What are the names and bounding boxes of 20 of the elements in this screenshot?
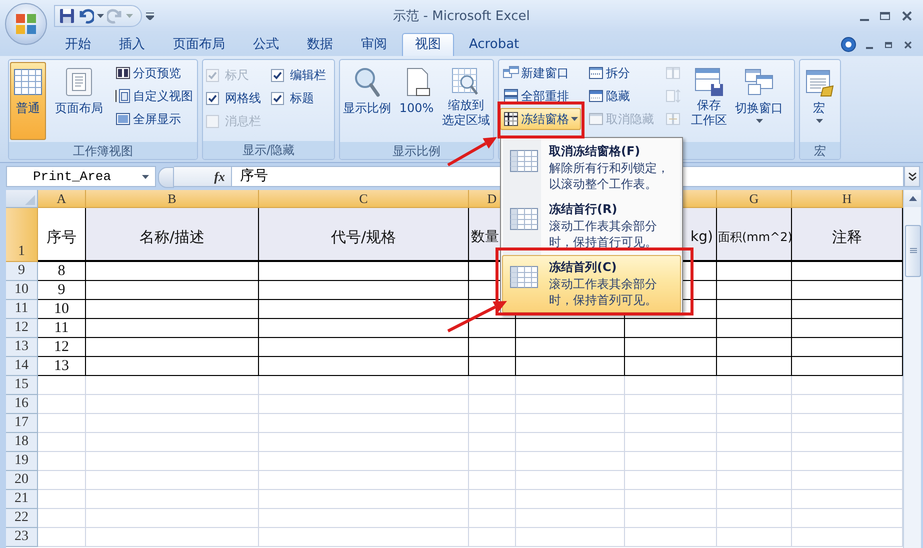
window-title: 示范 - Microsoft Excel	[392, 8, 531, 25]
table-cell: 11	[38, 319, 86, 338]
checkbox-label: 网格线	[225, 90, 261, 106]
group-label: 宏	[800, 142, 840, 159]
group-label: 显示/隐藏	[203, 141, 334, 159]
checkbox-label: 消息栏	[225, 112, 261, 130]
checkbox-label: 标题	[290, 90, 314, 106]
table-cell: 注释	[792, 208, 903, 262]
group-label: 显示比例	[340, 142, 493, 159]
table-cell: 13	[38, 357, 86, 376]
table-cell: 代号/规格	[259, 208, 469, 262]
table-cell: 序号	[38, 208, 86, 262]
checkbox-label: 标尺	[225, 66, 249, 84]
checkbox-label: 编辑栏	[290, 66, 326, 84]
table-cell: 9	[38, 281, 86, 300]
table-cell: 名称/描述	[86, 208, 259, 262]
table-cell: 10	[38, 300, 86, 319]
table-cell: 12	[38, 338, 86, 357]
group-label: 工作簿视图	[9, 142, 197, 159]
table-cell: 8	[38, 262, 86, 281]
